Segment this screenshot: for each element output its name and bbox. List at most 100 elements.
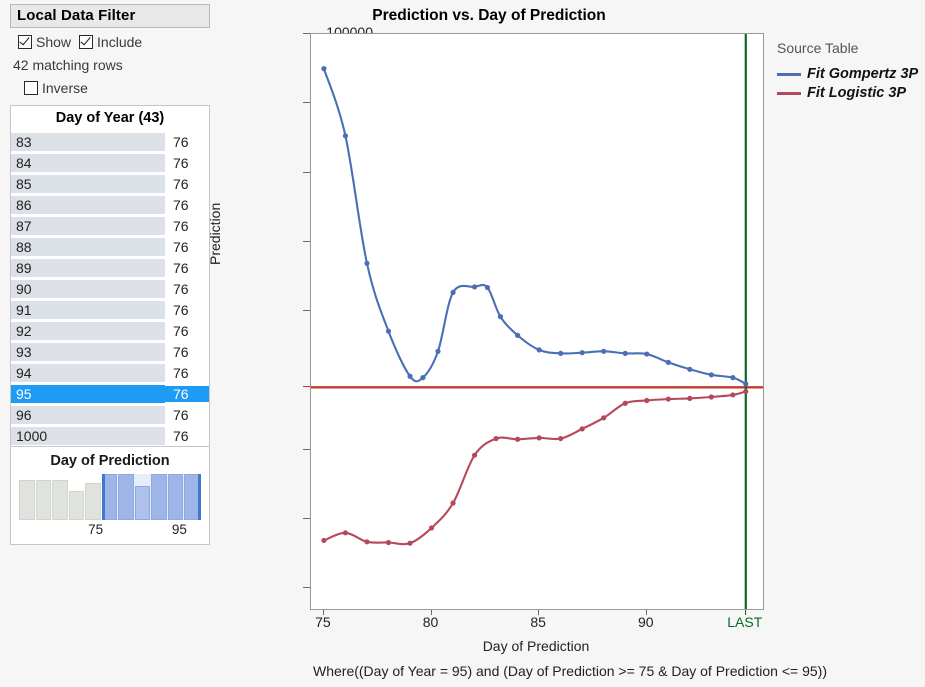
data-point[interactable] xyxy=(644,397,650,404)
data-point[interactable] xyxy=(579,350,585,356)
histogram-bar[interactable] xyxy=(52,480,68,520)
data-point[interactable] xyxy=(450,289,456,295)
list-item[interactable]: 83 76 xyxy=(11,131,209,152)
data-point[interactable] xyxy=(665,396,671,402)
data-point[interactable] xyxy=(536,435,542,441)
data-point[interactable] xyxy=(730,375,736,381)
data-point[interactable] xyxy=(622,350,628,356)
list-item-value: 88 xyxy=(11,237,165,256)
data-point[interactable] xyxy=(665,359,671,365)
data-point[interactable] xyxy=(471,452,478,458)
data-point[interactable] xyxy=(730,392,736,398)
legend-title: Source Table xyxy=(777,40,859,56)
histogram-axis: 75 95 xyxy=(19,522,201,540)
legend-color-swatch xyxy=(777,91,801,95)
data-point[interactable] xyxy=(471,284,478,290)
list-item[interactable]: 84 76 xyxy=(11,152,209,173)
include-checkbox[interactable] xyxy=(79,35,94,49)
list-item-value: 92 xyxy=(11,321,165,340)
list-item[interactable]: 93 76 xyxy=(11,341,209,362)
list-item[interactable]: 86 76 xyxy=(11,194,209,215)
filter-caption: Where((Day of Year = 95) and (Day of Pre… xyxy=(313,663,827,679)
data-point[interactable] xyxy=(687,366,693,372)
data-point[interactable] xyxy=(407,373,413,379)
data-point[interactable] xyxy=(385,328,392,334)
list-item[interactable]: 92 76 xyxy=(11,320,209,341)
plot-svg xyxy=(311,34,763,609)
data-point[interactable] xyxy=(364,539,370,545)
list-item[interactable]: 91 76 xyxy=(11,299,209,320)
histogram-bar[interactable] xyxy=(184,474,201,520)
data-point[interactable] xyxy=(435,348,441,354)
histogram-bar[interactable] xyxy=(151,474,167,520)
histogram-bar[interactable] xyxy=(19,480,35,520)
data-point[interactable] xyxy=(708,394,714,400)
x-axis-tick-label: 80 xyxy=(422,614,439,630)
data-point[interactable] xyxy=(342,530,349,536)
data-point[interactable] xyxy=(644,351,650,357)
data-point[interactable] xyxy=(515,436,521,442)
legend-item[interactable]: Fit Gompertz 3P xyxy=(777,66,918,82)
data-point[interactable] xyxy=(428,525,435,531)
data-point[interactable] xyxy=(493,435,499,442)
data-point[interactable] xyxy=(342,133,349,139)
list-item[interactable]: 85 76 xyxy=(11,173,209,194)
legend-item[interactable]: Fit Logistic 3P xyxy=(777,85,918,101)
x-axis-tick-label: 90 xyxy=(637,614,654,630)
list-item[interactable]: 88 76 xyxy=(11,236,209,257)
list-item-count: 76 xyxy=(173,406,189,423)
data-point[interactable] xyxy=(708,372,714,378)
x-axis-tick-label: 75 xyxy=(315,614,331,630)
list-item[interactable]: 1000 76 xyxy=(11,425,209,446)
histogram-bar[interactable] xyxy=(68,491,85,520)
data-point[interactable] xyxy=(321,66,327,72)
list-item-value: 96 xyxy=(11,405,165,424)
data-point[interactable] xyxy=(743,381,749,387)
histogram-bar[interactable] xyxy=(118,474,134,520)
data-point[interactable] xyxy=(601,348,607,354)
data-point[interactable] xyxy=(450,500,456,506)
data-point[interactable] xyxy=(558,350,564,356)
plot-frame[interactable] xyxy=(310,33,764,610)
list-item[interactable]: 87 76 xyxy=(11,215,209,236)
histogram-bar[interactable] xyxy=(101,474,118,520)
data-point[interactable] xyxy=(321,537,327,544)
list-item-value: 89 xyxy=(11,258,165,277)
y-axis-tick-mark xyxy=(303,310,310,312)
data-point[interactable] xyxy=(687,395,693,401)
data-point[interactable] xyxy=(622,400,628,406)
histogram-bar[interactable] xyxy=(35,480,52,520)
data-point[interactable] xyxy=(601,415,607,421)
list-item[interactable]: 95 76 xyxy=(11,383,209,404)
data-point[interactable] xyxy=(515,332,521,338)
data-point[interactable] xyxy=(497,314,504,320)
data-point[interactable] xyxy=(558,435,564,442)
data-point[interactable] xyxy=(743,388,749,395)
histogram-bar[interactable] xyxy=(167,474,184,520)
data-point[interactable] xyxy=(385,539,392,546)
list-item[interactable]: 96 76 xyxy=(11,404,209,425)
inverse-label: Inverse xyxy=(42,80,88,96)
include-label: Include xyxy=(97,34,143,50)
legend-color-swatch xyxy=(777,72,801,76)
list-item-value: 95 xyxy=(11,384,165,403)
day-of-prediction-histogram[interactable] xyxy=(19,474,201,520)
data-point[interactable] xyxy=(407,540,413,546)
list-item[interactable]: 90 76 xyxy=(11,278,209,299)
inverse-checkbox[interactable] xyxy=(24,81,38,95)
histogram-bar[interactable] xyxy=(134,485,151,520)
list-item[interactable]: 94 76 xyxy=(11,362,209,383)
data-point[interactable] xyxy=(536,347,542,353)
list-item-count: 76 xyxy=(173,259,189,276)
histogram-bar[interactable] xyxy=(85,483,101,520)
legend-item-label: Fit Logistic 3P xyxy=(807,85,907,101)
show-checkbox[interactable] xyxy=(18,35,32,49)
data-point[interactable] xyxy=(579,426,585,432)
series-line xyxy=(322,67,747,385)
list-item-count: 76 xyxy=(173,343,189,360)
data-point[interactable] xyxy=(364,260,370,266)
data-point[interactable] xyxy=(484,284,491,291)
histogram-axis-low: 75 xyxy=(88,522,104,537)
list-item[interactable]: 89 76 xyxy=(11,257,209,278)
data-point[interactable] xyxy=(420,375,426,381)
